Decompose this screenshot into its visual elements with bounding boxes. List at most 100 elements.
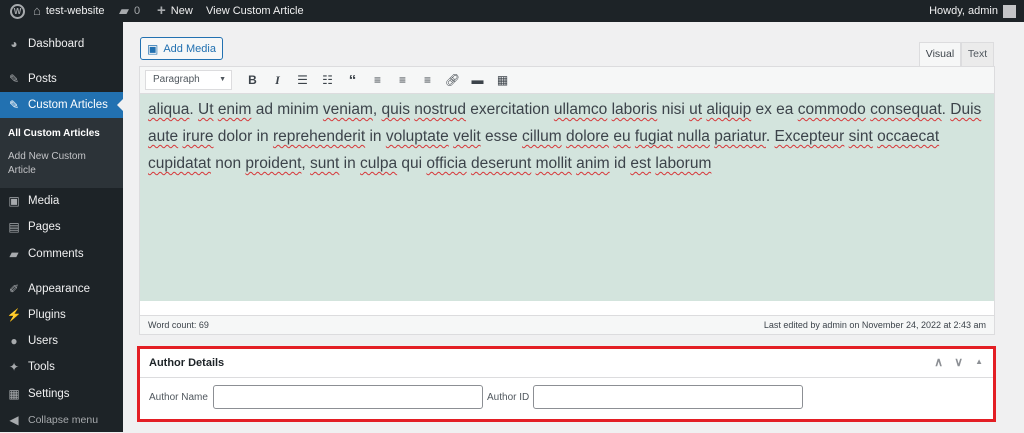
move-down-icon[interactable]: ∨: [954, 355, 963, 369]
comment-count: 0: [134, 5, 141, 17]
pin-icon: ✎: [8, 98, 20, 112]
menu-label: Media: [28, 195, 60, 207]
menu-comments[interactable]: ▰ Comments: [0, 241, 123, 267]
menu-label: Custom Articles: [28, 99, 108, 111]
menu-tools[interactable]: ✦ Tools: [0, 354, 123, 380]
site-link[interactable]: ⌂ test-website: [33, 0, 105, 22]
misspelled-word: laborum: [655, 155, 712, 172]
view-article-link[interactable]: View Custom Article: [206, 0, 304, 22]
numbered-list-icon[interactable]: ☷: [315, 73, 340, 87]
misspelled-word: Duis: [950, 101, 982, 118]
misspelled-word: ut: [689, 101, 703, 118]
toolbar-toggle-icon[interactable]: ▦: [490, 73, 515, 87]
wrench-icon: ✦: [8, 360, 20, 374]
misspelled-word: cillum: [522, 128, 562, 145]
misspelled-word: voluptate: [385, 128, 449, 145]
brush-icon: ✐: [8, 282, 20, 296]
misspelled-word: eu: [613, 128, 631, 145]
menu-custom-articles[interactable]: ✎ Custom Articles: [0, 92, 123, 118]
text-line: aute irure dolor in reprehenderit in vol…: [148, 123, 986, 150]
align-right-icon[interactable]: ≡: [415, 73, 440, 87]
comment-icon: ▰: [9, 247, 19, 261]
new-link[interactable]: + New: [157, 0, 193, 22]
tab-text[interactable]: Text: [961, 42, 994, 67]
collapse-menu-button[interactable]: ◀ Collapse menu: [0, 407, 123, 433]
text-run: id: [609, 155, 631, 172]
misspelled-word: sint: [848, 128, 873, 145]
add-media-label: Add Media: [163, 42, 216, 55]
misspelled-word: proident: [245, 155, 302, 172]
menu-label: Settings: [28, 388, 70, 400]
text-run: .: [765, 128, 775, 145]
comments-link[interactable]: ▰ 0: [119, 0, 140, 22]
content-editor: Paragraph B I ☰ ☷ “ ≡ ≡ ≡ 🔗︎ ▬ ▦ aliqua.…: [139, 66, 995, 335]
read-more-icon[interactable]: ▬: [465, 73, 490, 87]
menu-plugins[interactable]: ⚡ Plugins: [0, 302, 123, 328]
misspelled-word: Ut: [198, 101, 214, 118]
submenu-add-new[interactable]: Add New Custom Article: [8, 150, 86, 178]
submenu-label: Add New Custom: [8, 151, 86, 162]
misspelled-word: occaecat: [877, 128, 940, 145]
menu-dashboard[interactable]: ◕ Dashboard: [0, 31, 123, 57]
media-icon: ▣: [8, 194, 20, 208]
misspelled-word: aute: [148, 128, 179, 145]
text-run: .: [189, 101, 198, 118]
admin-sidebar: ◕ Dashboard ✎ Posts ✎ Custom Articles All C…: [0, 22, 123, 432]
misspelled-word: cupidatat: [148, 155, 211, 172]
toggle-panel-icon[interactable]: ▲: [975, 357, 983, 366]
tab-visual[interactable]: Visual: [919, 42, 961, 67]
author-details-box: Author Details ∧ ∨ ▲ Author Name Author …: [137, 346, 996, 422]
menu-appearance[interactable]: ✐ Appearance: [0, 276, 123, 302]
misspelled-word: Excepteur: [774, 128, 845, 145]
plus-icon: +: [157, 2, 166, 19]
editor-text-area[interactable]: aliqua. Ut enim ad minim veniam, quis no…: [140, 94, 994, 301]
author-name-input[interactable]: [213, 385, 483, 409]
align-left-icon[interactable]: ≡: [365, 73, 390, 87]
italic-icon[interactable]: I: [265, 73, 290, 88]
misspelled-word: nostrud: [414, 101, 466, 118]
misspelled-word: officia: [426, 155, 467, 172]
misspelled-word: sunt: [310, 155, 340, 172]
word-count: Word count: 69: [148, 320, 209, 330]
menu-label: Dashboard: [28, 38, 85, 50]
text-run: nisi: [657, 101, 690, 118]
bold-icon[interactable]: B: [240, 73, 265, 87]
blockquote-icon[interactable]: “: [340, 72, 365, 89]
misspelled-word: veniam: [322, 101, 373, 118]
text-run: exercitation: [465, 101, 554, 118]
bullet-list-icon[interactable]: ☰: [290, 73, 315, 87]
text-run: ad minim: [251, 101, 323, 118]
misspelled-word: nulla: [677, 128, 710, 145]
misspelled-word: reprehenderit: [272, 128, 366, 145]
media-icon: ▣: [147, 41, 159, 56]
add-media-button[interactable]: ▣ Add Media: [140, 37, 223, 60]
misspelled-word: aliqua: [148, 101, 190, 118]
menu-posts[interactable]: ✎ Posts: [0, 66, 123, 92]
editor-status-bar: Word count: 69 Last edited by admin on No…: [140, 315, 994, 334]
align-center-icon[interactable]: ≡: [390, 73, 415, 87]
menu-pages[interactable]: ▤ Pages: [0, 214, 123, 240]
misspelled-word: velit: [453, 128, 481, 145]
text-run: non: [210, 155, 246, 172]
account-menu[interactable]: Howdy, admin: [929, 0, 1016, 22]
menu-settings[interactable]: ▦ Settings: [0, 381, 123, 407]
move-up-icon[interactable]: ∧: [934, 355, 943, 369]
submenu-all-custom-articles[interactable]: All Custom Articles: [8, 127, 100, 141]
author-name-label: Author Name: [149, 392, 208, 403]
text-line: aliqua. Ut enim ad minim veniam, quis no…: [148, 96, 986, 123]
menu-media[interactable]: ▣ Media: [0, 188, 123, 214]
misspelled-word: ullamco: [553, 101, 608, 118]
menu-users[interactable]: ● Users: [0, 328, 123, 354]
menu-label: Appearance: [28, 283, 91, 295]
author-id-input[interactable]: [533, 385, 803, 409]
link-icon[interactable]: 🔗︎: [440, 73, 465, 87]
wordpress-logo-icon[interactable]: W: [10, 0, 25, 22]
text-run: dolor in: [213, 128, 273, 145]
misspelled-word: enim: [217, 101, 252, 118]
settings-icon: ▦: [8, 387, 20, 401]
format-select[interactable]: Paragraph: [145, 70, 232, 90]
misspelled-word: dolore: [565, 128, 610, 145]
menu-label: Users: [28, 335, 59, 347]
text-run: ex ea: [751, 101, 798, 118]
collapse-icon: ◀: [9, 413, 19, 427]
